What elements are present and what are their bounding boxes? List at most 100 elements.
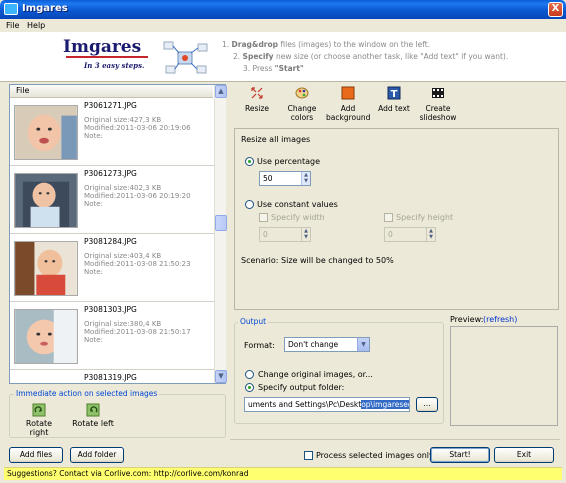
specify-width-label: Specify width: [271, 213, 325, 222]
palette-icon: [295, 87, 309, 99]
rotate-right-button[interactable]: Rotate right: [18, 403, 60, 437]
output-folder-input[interactable]: uments and Settings\Pc\Desktop\imgaresed: [244, 397, 410, 412]
tool-create-slideshow[interactable]: Create slideshow: [418, 86, 458, 122]
percentage-spin-buttons[interactable]: ▲ ▼: [301, 172, 310, 185]
scroll-down-icon[interactable]: ▼: [215, 370, 227, 383]
scroll-up-icon[interactable]: ▲: [215, 85, 227, 98]
folder-path-selection: op\imgaresed: [361, 400, 409, 409]
file-modified: Modified:2011-03-06 20:19:20: [84, 192, 191, 200]
width-spin-buttons[interactable]: ▲ ▼: [301, 228, 310, 241]
resize-heading: Resize all images: [241, 135, 311, 144]
app-tagline: In 3 easy steps.: [84, 61, 145, 70]
immediate-action-label: Immediate action on selected images: [14, 389, 160, 398]
list-item[interactable]: P3081303.JPG Original size:380,4 KB Modi…: [10, 303, 214, 370]
list-item[interactable]: P3061271.JPG Original size:427,3 KB Modi…: [10, 99, 214, 166]
output-label: Output: [238, 317, 269, 326]
add-folder-button[interactable]: Add folder: [70, 447, 124, 463]
specify-folder-radio[interactable]: [245, 383, 254, 392]
title-bar[interactable]: Imgares X: [0, 0, 566, 19]
tool-change-colors-label-2: colors: [290, 113, 314, 122]
step-2: 2. Specify new size (or choose another t…: [233, 52, 509, 61]
use-constant-radio[interactable]: [245, 200, 254, 209]
percentage-value: 50: [263, 174, 273, 183]
use-constant-label: Use constant values: [257, 200, 338, 209]
process-selected-label: Process selected images only: [316, 451, 434, 460]
resize-options-panel: Resize all images Use percentage 50 ▲ ▼ U…: [234, 128, 559, 310]
chevron-down-icon[interactable]: ▼: [357, 338, 369, 351]
exit-button[interactable]: Exit: [494, 447, 554, 463]
file-note: Note:: [84, 268, 103, 276]
tool-create-slideshow-label-1: Create: [425, 104, 451, 113]
width-value: 0: [263, 230, 268, 239]
file-name: P3061271.JPG: [84, 101, 137, 110]
list-item[interactable]: P3061273.JPG Original size:402,3 KB Modi…: [10, 167, 214, 234]
tool-change-colors[interactable]: Change colors: [282, 86, 322, 122]
file-column-header[interactable]: File: [10, 85, 213, 98]
scroll-thumb[interactable]: [215, 215, 227, 231]
preview-area: [450, 326, 558, 426]
tool-resize[interactable]: Resize: [242, 86, 272, 113]
image-thumbnail: [14, 241, 78, 296]
window-title: Imgares: [22, 3, 68, 14]
rotate-right-icon: [32, 403, 46, 417]
specify-height-checkbox[interactable]: [384, 213, 393, 222]
height-spin-buttons[interactable]: ▲ ▼: [426, 228, 435, 241]
list-item[interactable]: P3081284.JPG Original size:403,4 KB Modi…: [10, 235, 214, 302]
process-selected-checkbox[interactable]: [304, 451, 313, 460]
image-thumbnail: [14, 309, 78, 364]
file-list-panel[interactable]: File P3061271.JPG Original size:427,3 KB…: [9, 84, 227, 384]
start-button[interactable]: Start!: [430, 447, 490, 463]
spin-down-icon[interactable]: ▼: [302, 178, 310, 184]
use-percentage-label: Use percentage: [257, 157, 321, 166]
use-percentage-radio[interactable]: [245, 157, 254, 166]
spin-down-icon[interactable]: ▼: [427, 234, 435, 240]
browse-folder-button[interactable]: ...: [416, 397, 438, 412]
tool-change-colors-label-1: Change: [287, 104, 317, 113]
file-note: Note:: [84, 132, 103, 140]
preview-refresh-link[interactable]: (refresh): [483, 315, 517, 324]
file-list-scrollbar[interactable]: ▲ ▼: [214, 85, 227, 383]
format-dropdown[interactable]: Don't change ▼: [284, 337, 370, 352]
file-size: Original size:402,3 KB: [84, 184, 162, 192]
change-original-label: Change original images, or...: [258, 370, 373, 379]
slideshow-icon: [432, 88, 444, 98]
app-logo: Imgares: [63, 37, 142, 57]
width-stepper[interactable]: 0 ▲ ▼: [259, 227, 311, 242]
task-toolbar: Resize Change colors Add background T Ad…: [234, 84, 559, 128]
tool-resize-label: Resize: [244, 104, 270, 113]
add-files-button[interactable]: Add files: [9, 447, 63, 463]
tool-add-background-label-2: background: [326, 113, 371, 122]
step-1: 1. Drag&drop files (images) to the windo…: [222, 40, 431, 49]
percentage-stepper[interactable]: 50 ▲ ▼: [259, 171, 311, 186]
tool-add-text[interactable]: T Add text: [374, 86, 414, 113]
height-stepper[interactable]: 0 ▲ ▼: [384, 227, 436, 242]
bottom-divider: [230, 439, 560, 440]
height-value: 0: [388, 230, 393, 239]
rotate-right-label: Rotate right: [25, 419, 53, 437]
file-modified: Modified:2011-03-06 20:19:06: [84, 124, 191, 132]
menu-file[interactable]: File: [6, 21, 19, 30]
file-name: P3061273.JPG: [84, 169, 137, 178]
file-list[interactable]: P3061271.JPG Original size:427,3 KB Modi…: [10, 99, 214, 383]
folder-path-text: uments and Settings\Pc\Deskt: [248, 400, 362, 409]
list-item[interactable]: P3081319.JPG: [10, 371, 214, 383]
file-size: Original size:403,4 KB: [84, 252, 162, 260]
rotate-left-button[interactable]: Rotate left: [72, 403, 114, 428]
specify-width-checkbox[interactable]: [259, 213, 268, 222]
tool-add-background[interactable]: Add background: [326, 86, 370, 122]
menu-help[interactable]: Help: [27, 21, 45, 30]
text-icon: T: [387, 86, 401, 100]
spin-down-icon[interactable]: ▼: [302, 234, 310, 240]
background-icon: [341, 86, 355, 100]
specify-folder-label: Specify output folder:: [258, 383, 345, 392]
scenario-text: Scenario: Size will be changed to 50%: [241, 256, 394, 265]
rotate-left-label: Rotate left: [72, 419, 114, 428]
header-banner: Imgares In 3 easy steps. 1. Drag&drop fi…: [0, 32, 566, 82]
tool-add-text-label: Add text: [378, 104, 410, 113]
file-name: P3081284.JPG: [84, 237, 137, 246]
change-original-radio[interactable]: [245, 370, 254, 379]
file-modified: Modified:2011-03-08 21:50:17: [84, 328, 191, 336]
close-button[interactable]: X: [548, 2, 563, 17]
file-note: Note:: [84, 200, 103, 208]
file-name: P3081303.JPG: [84, 305, 137, 314]
